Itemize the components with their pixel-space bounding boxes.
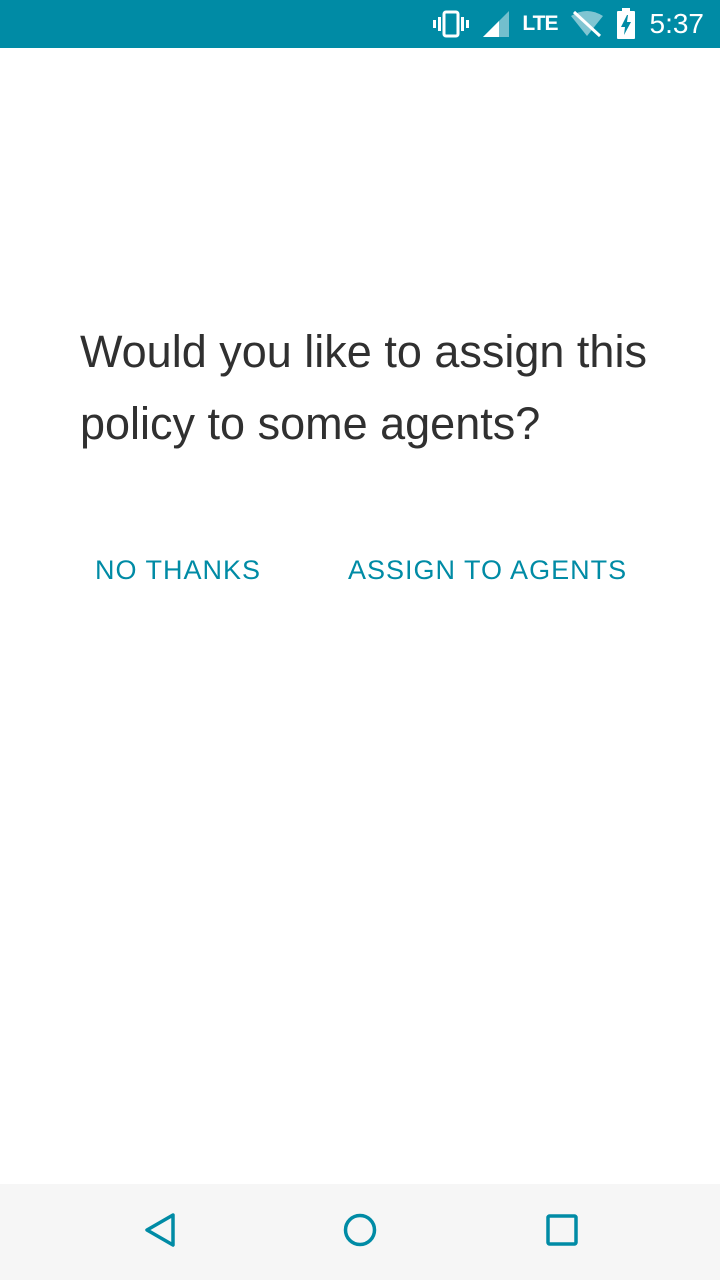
content-area: Would you like to assign this policy to …	[0, 48, 720, 1184]
vibrate-icon	[432, 9, 470, 39]
home-icon	[342, 1212, 378, 1253]
no-thanks-button[interactable]: NO THANKS	[79, 544, 277, 596]
wifi-off-icon	[570, 10, 604, 38]
status-icons: LTE 5:37	[420, 0, 704, 48]
recents-icon	[545, 1213, 579, 1252]
status-bar: LTE 5:37	[0, 0, 720, 48]
back-button[interactable]	[136, 1208, 184, 1256]
screen: LTE 5:37 Would you like to assign this p…	[0, 0, 720, 1280]
clock: 5:37	[649, 8, 705, 39]
recents-button[interactable]	[538, 1208, 586, 1256]
navigation-bar	[0, 1184, 720, 1280]
assign-to-agents-button[interactable]: ASSIGN TO AGENTS	[332, 544, 643, 596]
cell-signal-icon	[482, 10, 510, 38]
network-type-label: LTE	[522, 12, 558, 35]
battery-charging-icon	[616, 8, 636, 40]
home-button[interactable]	[336, 1208, 384, 1256]
assign-policy-question: Would you like to assign this policy to …	[80, 326, 647, 449]
back-icon	[143, 1212, 177, 1253]
